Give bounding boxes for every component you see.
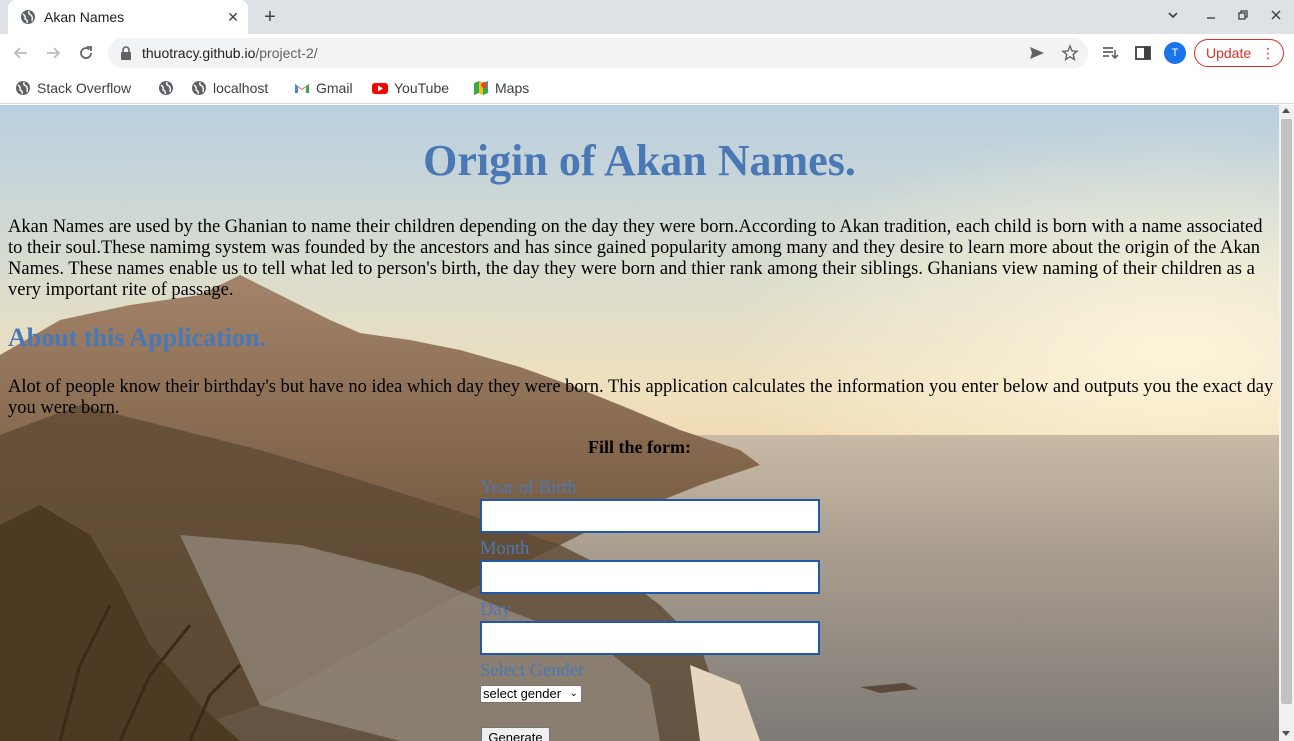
reading-list-icon[interactable]	[1100, 43, 1120, 63]
page-content: Origin of Akan Names. Akan Names are use…	[0, 105, 1279, 741]
menu-dots-icon[interactable]: ⋮	[1261, 40, 1275, 66]
browser-toolbar: thuotracy.github.io/project-2/ T Update …	[0, 34, 1294, 72]
globe-icon	[21, 10, 35, 24]
tab-title: Akan Names	[44, 9, 125, 25]
scroll-down-arrow-icon[interactable]	[1282, 731, 1290, 736]
new-tab-button[interactable]: +	[258, 6, 282, 28]
bookmark-label: YouTube	[394, 80, 450, 96]
year-of-birth-label: Year of Birth	[480, 478, 577, 498]
select-gender-label: Select Gender	[480, 661, 585, 681]
scroll-up-arrow-icon[interactable]	[1282, 108, 1290, 113]
month-label: Month	[480, 539, 530, 559]
forward-arrow-icon[interactable]	[42, 42, 64, 64]
back-arrow-icon[interactable]	[10, 42, 32, 64]
about-paragraph: Alot of people know their birthday's but…	[8, 377, 1274, 418]
page-viewport: Origin of Akan Names. Akan Names are use…	[0, 105, 1279, 741]
url-text: thuotracy.github.io/project-2/	[142, 45, 318, 61]
page-scrollbar[interactable]	[1279, 105, 1294, 741]
minimize-icon[interactable]	[1199, 6, 1223, 28]
bookmark-untitled[interactable]	[158, 78, 174, 98]
day-label: Day	[480, 600, 511, 620]
tab-akan-names[interactable]: Akan Names ✕	[8, 0, 248, 34]
year-of-birth-input[interactable]	[480, 499, 820, 533]
bookmark-label: Maps	[495, 80, 530, 96]
gender-select-value: select gender	[483, 686, 562, 701]
intro-paragraph: Akan Names are used by the Ghanian to na…	[8, 217, 1263, 300]
gmail-icon	[295, 84, 309, 93]
tab-search-icon[interactable]	[1161, 6, 1185, 28]
lock-icon[interactable]	[120, 46, 132, 60]
generate-button[interactable]: Generate	[481, 727, 550, 741]
globe-icon	[16, 81, 30, 95]
close-window-icon[interactable]	[1264, 6, 1288, 28]
update-button[interactable]: Update ⋮	[1194, 39, 1284, 67]
bookmark-label: Stack Overflow	[37, 80, 132, 96]
youtube-icon	[372, 83, 388, 94]
url-path: /project-2/	[255, 45, 318, 61]
scrollbar-thumb[interactable]	[1281, 119, 1292, 704]
send-tab-icon[interactable]	[1028, 44, 1046, 62]
update-label: Update	[1206, 45, 1252, 61]
chevron-down-icon: ⌄	[569, 688, 578, 699]
month-input[interactable]	[480, 560, 820, 594]
globe-icon	[192, 81, 206, 95]
profile-avatar[interactable]: T	[1164, 42, 1186, 64]
bookmark-star-icon[interactable]	[1061, 44, 1079, 62]
address-bar[interactable]: thuotracy.github.io/project-2/	[108, 38, 1088, 68]
bookmarks-bar: Stack Overflow localhost Gmail YouTube M…	[0, 72, 1294, 104]
bookmark-label: Gmail	[316, 80, 353, 96]
gender-select[interactable]: select gender ⌄	[480, 685, 582, 703]
bookmark-label: localhost	[213, 80, 269, 96]
form-heading: Fill the form:	[588, 437, 691, 457]
url-host: thuotracy.github.io	[142, 45, 256, 61]
restore-icon[interactable]	[1231, 6, 1255, 28]
close-tab-icon[interactable]: ✕	[224, 8, 242, 26]
reload-icon[interactable]	[75, 42, 97, 64]
globe-icon	[159, 81, 173, 95]
page-title: Origin of Akan Names.	[423, 136, 856, 185]
side-panel-icon[interactable]	[1133, 43, 1153, 63]
about-heading: About this Application.	[8, 323, 266, 352]
tab-strip: Akan Names ✕ +	[0, 0, 1294, 34]
maps-icon	[474, 81, 488, 95]
day-input[interactable]	[480, 621, 820, 655]
